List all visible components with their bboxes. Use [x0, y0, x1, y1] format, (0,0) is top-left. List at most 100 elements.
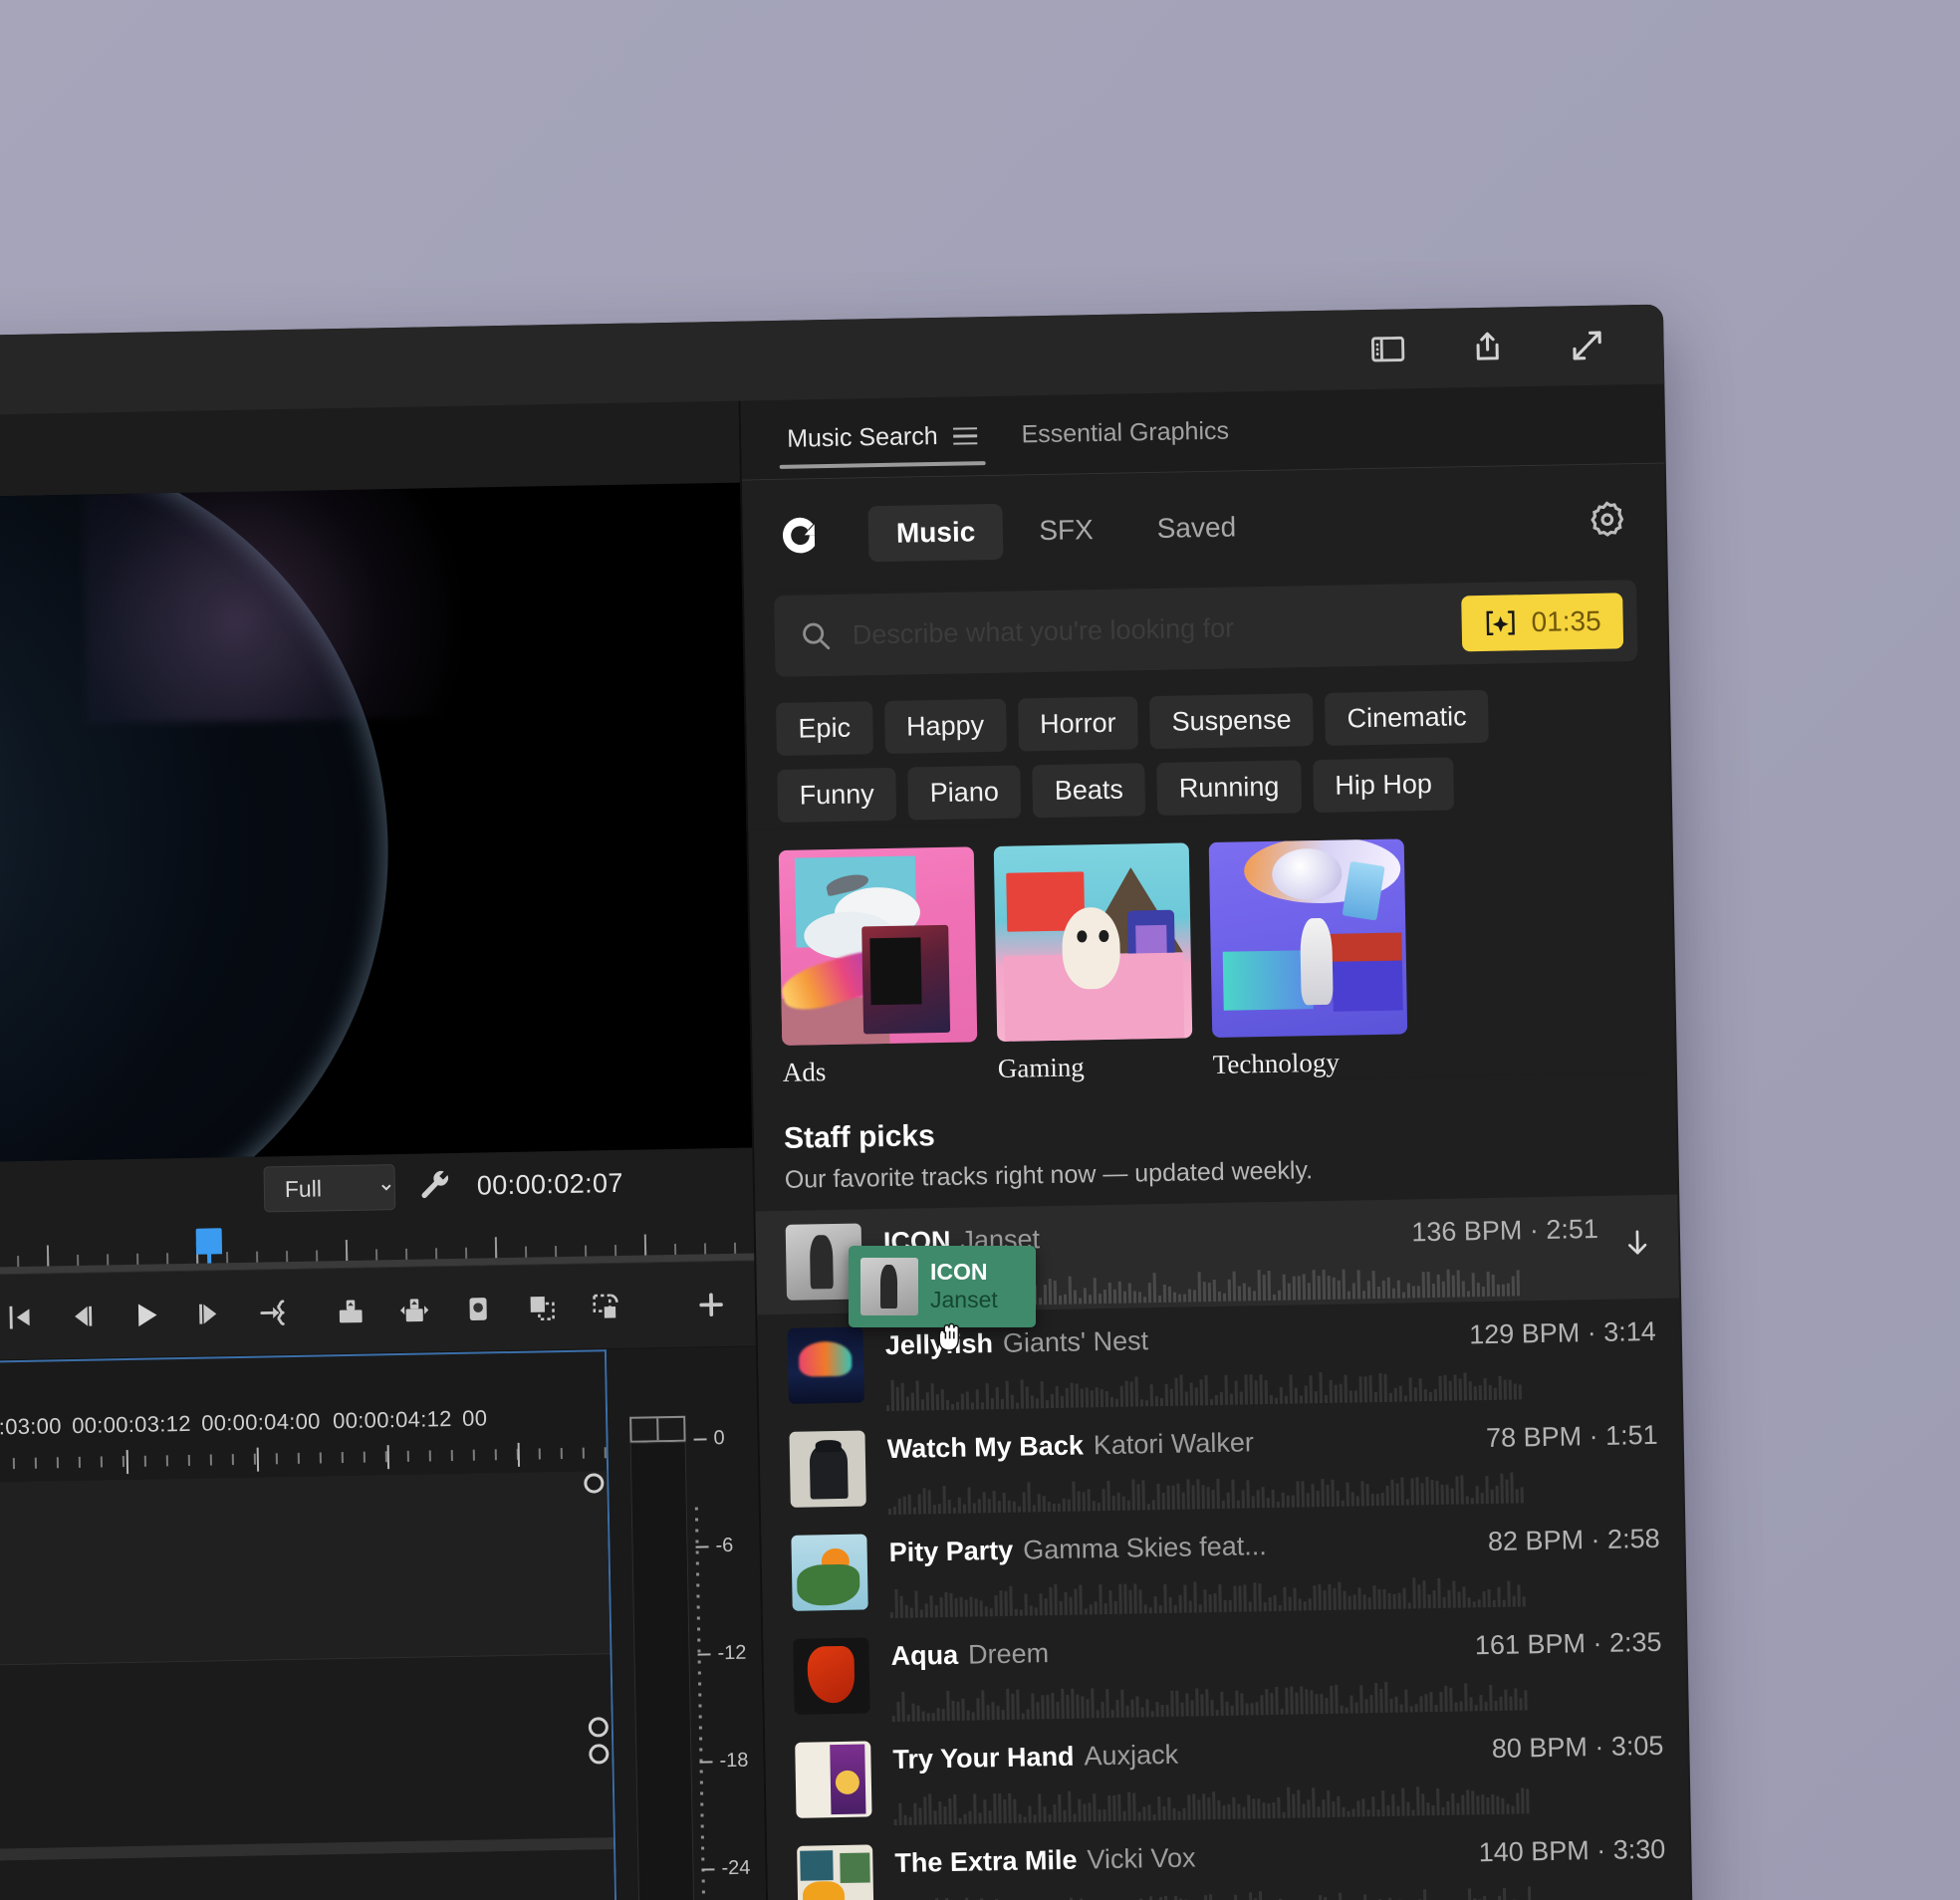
track-meta: 136 BPM · 2:51: [1410, 1213, 1599, 1248]
tag-chip-epic[interactable]: Epic: [776, 701, 873, 756]
step-back-button[interactable]: [50, 1284, 115, 1348]
track-title-line: Try Your Hand Auxjack 80 BPM · 3:05: [892, 1731, 1663, 1776]
step-forward-button[interactable]: [177, 1281, 242, 1345]
track-title-line: Pity Party Gamma Skies feat... 82 BPM · 2:…: [888, 1524, 1659, 1568]
download-icon[interactable]: [1620, 1221, 1655, 1266]
track-title-line: Aqua Dreem 161 BPM · 2:35: [890, 1627, 1661, 1672]
share-export-icon[interactable]: [1468, 328, 1507, 366]
music-search-panel: Music Search Essential Graphics Music SF…: [740, 383, 1694, 1900]
staff-picks-header: Staff picks Our favorite tracks right no…: [753, 1071, 1677, 1196]
meter-channel-header: [629, 1415, 686, 1443]
track-title: The Extra Mile: [894, 1844, 1078, 1878]
meter-db-scale: 0 -6 -12 -18 -24 -30 -36: [693, 1426, 769, 1900]
scroll-knob-middle[interactable]: [588, 1717, 610, 1738]
category-tile-gaming[interactable]: Gaming: [993, 842, 1193, 1084]
timeline-track-a1[interactable]: [0, 1746, 613, 1851]
track-title: Aqua: [890, 1639, 959, 1672]
timeline-track-v2[interactable]: [0, 1654, 612, 1760]
track-row[interactable]: Try Your Hand Auxjack 80 BPM · 3:05: [765, 1712, 1689, 1832]
settings-wrench-icon[interactable]: [419, 1169, 454, 1204]
search-icon: [798, 618, 833, 653]
track-thumbnail: [797, 1844, 874, 1900]
expand-icon[interactable]: [1568, 327, 1606, 365]
program-monitor-video[interactable]: [0, 482, 753, 1164]
transport-toolbar: [0, 1261, 756, 1363]
premiere-pro-window: dited: [0, 304, 1696, 1900]
segment-music[interactable]: Music: [867, 503, 1004, 563]
category-tile-row: Ads Gaming Technology: [748, 812, 1675, 1089]
button-editor-button[interactable]: [679, 1272, 744, 1336]
tab-music-search[interactable]: Music Search: [764, 396, 1000, 479]
scroll-knob-top[interactable]: [584, 1473, 605, 1494]
drag-ghost-artist: Janset: [930, 1286, 998, 1312]
track-row[interactable]: Watch My Back Katori Walker 78 BPM · 1:51: [759, 1401, 1683, 1522]
category-artwork-gaming: [993, 842, 1193, 1042]
category-tile-ads[interactable]: Ads: [778, 846, 978, 1088]
track-thumbnail: [787, 1326, 864, 1404]
sparkle-bracket-icon: [1483, 607, 1518, 638]
tag-chip-running[interactable]: Running: [1156, 760, 1302, 816]
track-artist: Auxjack: [1084, 1739, 1179, 1772]
go-to-out-button[interactable]: [241, 1280, 306, 1344]
tag-chip-suspense[interactable]: Suspense: [1149, 693, 1315, 750]
gear-icon[interactable]: [1585, 498, 1629, 543]
track-row[interactable]: Pity Party Gamma Skies feat... 82 BPM · 2:…: [761, 1505, 1685, 1625]
playback-resolution-select[interactable]: Full1/21/41/8: [263, 1164, 396, 1213]
tag-chip-happy[interactable]: Happy: [883, 698, 1007, 754]
duration-chip[interactable]: 01:35: [1461, 593, 1624, 652]
export-frame-button[interactable]: [446, 1276, 511, 1340]
tag-chip-cinematic[interactable]: Cinematic: [1325, 689, 1490, 746]
tag-chip-beats[interactable]: Beats: [1032, 763, 1146, 819]
track-thumbnail: [791, 1534, 868, 1611]
desktop-backdrop: dited: [0, 0, 1960, 1900]
track-row[interactable]: Aqua Dreem 161 BPM · 2:35: [763, 1608, 1687, 1729]
category-label-gaming: Gaming: [997, 1052, 1086, 1083]
panel-layout-icon[interactable]: [1368, 330, 1407, 368]
play-button[interactable]: [114, 1283, 178, 1347]
timeline-track-v1[interactable]: [0, 1471, 611, 1668]
segment-sfx[interactable]: SFX: [1011, 502, 1121, 560]
category-tile-technology[interactable]: Technology: [1208, 838, 1408, 1080]
track-info: Aqua Dreem 161 BPM · 2:35: [890, 1623, 1662, 1723]
timeline-sequence[interactable]: 00:00:03:00 00:00:03:12 00:00:04:00 00:0…: [0, 1349, 620, 1900]
track-meta: 129 BPM · 3:14: [1468, 1315, 1657, 1350]
meter-dotted-line: [694, 1507, 709, 1900]
lift-button[interactable]: [319, 1279, 383, 1343]
meter-db-label: -6: [715, 1534, 734, 1557]
track-info: The Extra Mile Vicki Vox 140 BPM · 3:30: [894, 1830, 1666, 1900]
tag-chip-piano[interactable]: Piano: [907, 765, 1022, 821]
meter-db-label: -12: [717, 1641, 747, 1665]
track-meta: 140 BPM · 3:30: [1478, 1833, 1666, 1868]
timeline-ruler-labels: 00:00:03:00 00:00:03:12 00:00:04:00 00:0…: [0, 1403, 606, 1448]
track-waveform[interactable]: [895, 1881, 1666, 1900]
timeline-tick-label: 00:00:04:12: [332, 1406, 452, 1434]
track-title: Try Your Hand: [892, 1741, 1075, 1776]
track-title: Pity Party: [888, 1535, 1014, 1568]
monitor-timecode[interactable]: 00:00:02:07: [477, 1167, 624, 1201]
track-artist: Vicki Vox: [1087, 1842, 1196, 1875]
search-input[interactable]: [852, 608, 1442, 651]
drag-ghost-tooltip: ICON Janset: [849, 1246, 1036, 1327]
search-bar[interactable]: 01:35: [774, 580, 1638, 677]
meter-level-bars: [629, 1441, 698, 1900]
hamburger-menu-icon[interactable]: [953, 426, 978, 445]
audio-master-meter[interactable]: 0 -6 -12 -18 -24 -30 -36: [606, 1346, 770, 1900]
tab-music-search-label: Music Search: [786, 421, 938, 453]
extract-button[interactable]: [382, 1278, 447, 1342]
segment-saved[interactable]: Saved: [1128, 499, 1264, 557]
comparison-view-button[interactable]: [510, 1275, 575, 1339]
tag-chip-horror[interactable]: Horror: [1017, 696, 1139, 752]
scroll-knob-bottom[interactable]: [589, 1744, 610, 1765]
category-label-ads: Ads: [782, 1057, 827, 1087]
track-artist: Gamma Skies feat...: [1022, 1531, 1268, 1565]
track-meta: 78 BPM · 1:51: [1485, 1419, 1658, 1454]
tag-chip-hiphop[interactable]: Hip Hop: [1312, 757, 1455, 814]
go-to-in-button[interactable]: [0, 1285, 51, 1349]
timeline-ruler[interactable]: 00:00:03:00 00:00:03:12 00:00:04:00 00:0…: [0, 1351, 608, 1484]
meter-db-label: 0: [713, 1427, 725, 1450]
category-artwork-ads: [778, 846, 978, 1046]
tag-chip-funny[interactable]: Funny: [777, 767, 897, 823]
track-artist: Giants' Nest: [1002, 1325, 1149, 1358]
safe-margins-button[interactable]: [574, 1274, 638, 1338]
tab-essential-graphics[interactable]: Essential Graphics: [999, 391, 1252, 475]
